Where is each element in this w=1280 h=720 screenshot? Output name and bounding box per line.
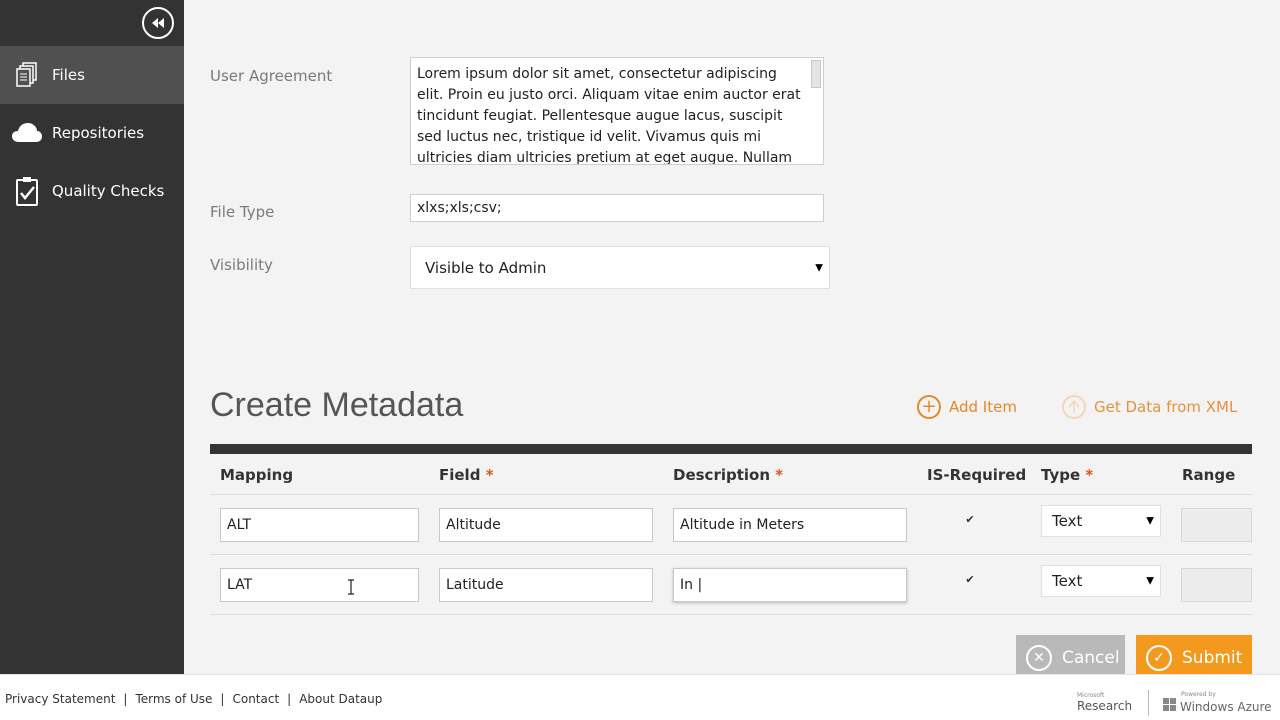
- range-input[interactable]: [1181, 508, 1252, 542]
- field-value: Latitude: [446, 577, 504, 593]
- files-icon: [11, 59, 43, 91]
- clipboard-check-icon: [11, 175, 43, 207]
- visibility-select[interactable]: Visible to Admin ▼: [410, 246, 830, 289]
- mapping-input[interactable]: ALT: [220, 508, 419, 542]
- footer-divider: |: [220, 692, 225, 706]
- footer-links: Privacy Statement | Terms of Use | Conta…: [5, 692, 382, 706]
- main-content: User Agreement Lorem ipsum dolor sit ame…: [184, 0, 1280, 681]
- textarea-scrollbar[interactable]: [811, 60, 821, 88]
- text-cursor-icon: [348, 579, 354, 595]
- description-value: In |: [680, 577, 703, 593]
- file-type-value: xlxs;xls;csv;: [417, 200, 502, 216]
- get-xml-label: Get Data from XML: [1094, 398, 1238, 416]
- dropdown-caret-icon: ▼: [1146, 515, 1154, 527]
- windows-flag-icon: [1163, 697, 1176, 711]
- add-item-button[interactable]: + Add Item: [917, 395, 1017, 419]
- header-type: Type *: [1041, 466, 1094, 484]
- brand-divider: [1148, 690, 1149, 716]
- header-range: Range: [1182, 466, 1236, 484]
- azure-logo-text: Windows Azure: [1180, 700, 1272, 714]
- field-value: Altitude: [446, 517, 501, 533]
- submit-label: Submit: [1182, 648, 1243, 668]
- type-value: Text: [1052, 512, 1083, 530]
- range-input[interactable]: [1181, 568, 1252, 602]
- is-required-checkbox[interactable]: ✔: [964, 573, 976, 586]
- footer-divider: |: [123, 692, 128, 706]
- about-dataup-link[interactable]: About Dataup: [299, 692, 382, 706]
- cancel-label: Cancel: [1062, 648, 1120, 668]
- sidebar-item-files[interactable]: Files: [0, 46, 184, 104]
- description-input[interactable]: In |: [673, 568, 907, 602]
- windows-azure-logo: Powered by Windows Azure: [1163, 691, 1272, 714]
- required-asterisk: *: [1085, 466, 1094, 484]
- mapping-input[interactable]: LAT: [220, 568, 419, 602]
- required-asterisk: *: [485, 466, 494, 484]
- field-input[interactable]: Altitude: [439, 508, 653, 542]
- type-value: Text: [1052, 572, 1083, 590]
- type-select[interactable]: Text ▼: [1041, 565, 1161, 597]
- sidebar-item-quality-checks[interactable]: Quality Checks: [0, 162, 184, 220]
- row-divider: [210, 554, 1252, 555]
- header-description: Description *: [673, 466, 784, 484]
- add-item-label: Add Item: [949, 398, 1017, 416]
- user-agreement-textarea[interactable]: Lorem ipsum dolor sit amet, consectetur …: [410, 57, 824, 165]
- mapping-value: ALT: [227, 517, 252, 533]
- create-metadata-title: Create Metadata: [210, 386, 464, 424]
- visibility-label: Visibility: [210, 256, 273, 274]
- collapse-sidebar-button[interactable]: [142, 7, 174, 39]
- row-divider: [210, 614, 1252, 615]
- sidebar-item-repositories[interactable]: Repositories: [0, 104, 184, 162]
- cloud-icon: [11, 117, 43, 149]
- microsoft-research-logo: Microsoft Research: [1077, 692, 1137, 713]
- header-is-required: IS-Required: [927, 466, 1027, 484]
- table-header-bar: [210, 444, 1252, 454]
- file-type-input[interactable]: xlxs;xls;csv;: [410, 194, 824, 222]
- rewind-icon: [152, 18, 164, 28]
- row-divider: [210, 494, 1252, 495]
- description-value: Altitude in Meters: [680, 517, 805, 533]
- is-required-checkbox[interactable]: ✔: [964, 513, 976, 526]
- sidebar: Files Repositories Quality Checks: [0, 0, 184, 674]
- contact-link[interactable]: Contact: [232, 692, 279, 706]
- sidebar-item-label: Repositories: [52, 124, 145, 142]
- ms-logo-text: Research: [1077, 699, 1133, 713]
- dropdown-caret-icon: ▼: [815, 262, 823, 273]
- visibility-value: Visible to Admin: [425, 258, 547, 277]
- file-type-label: File Type: [210, 203, 275, 221]
- ms-logo-small-text: Microsoft: [1077, 692, 1105, 699]
- footer-divider: |: [287, 692, 292, 706]
- get-data-from-xml-button[interactable]: Get Data from XML: [1062, 395, 1237, 419]
- mapping-value: LAT: [227, 577, 253, 593]
- user-agreement-text: Lorem ipsum dolor sit amet, consectetur …: [417, 66, 801, 165]
- upload-circle-icon: [1062, 395, 1086, 419]
- close-icon: ✕: [1026, 645, 1052, 671]
- header-field: Field *: [439, 466, 494, 484]
- description-input[interactable]: Altitude in Meters: [673, 508, 907, 542]
- plus-circle-icon: +: [917, 395, 941, 419]
- dropdown-caret-icon: ▼: [1146, 575, 1154, 587]
- field-input[interactable]: Latitude: [439, 568, 653, 602]
- check-icon: ✓: [1146, 645, 1172, 671]
- header-mapping: Mapping: [220, 466, 294, 484]
- required-asterisk: *: [775, 466, 784, 484]
- terms-of-use-link[interactable]: Terms of Use: [135, 692, 212, 706]
- privacy-statement-link[interactable]: Privacy Statement: [5, 692, 115, 706]
- azure-logo-small-text: Powered by: [1181, 691, 1216, 698]
- sidebar-item-label: Quality Checks: [52, 182, 165, 200]
- sidebar-item-label: Files: [52, 66, 85, 84]
- user-agreement-label: User Agreement: [210, 67, 333, 85]
- type-select[interactable]: Text ▼: [1041, 505, 1161, 537]
